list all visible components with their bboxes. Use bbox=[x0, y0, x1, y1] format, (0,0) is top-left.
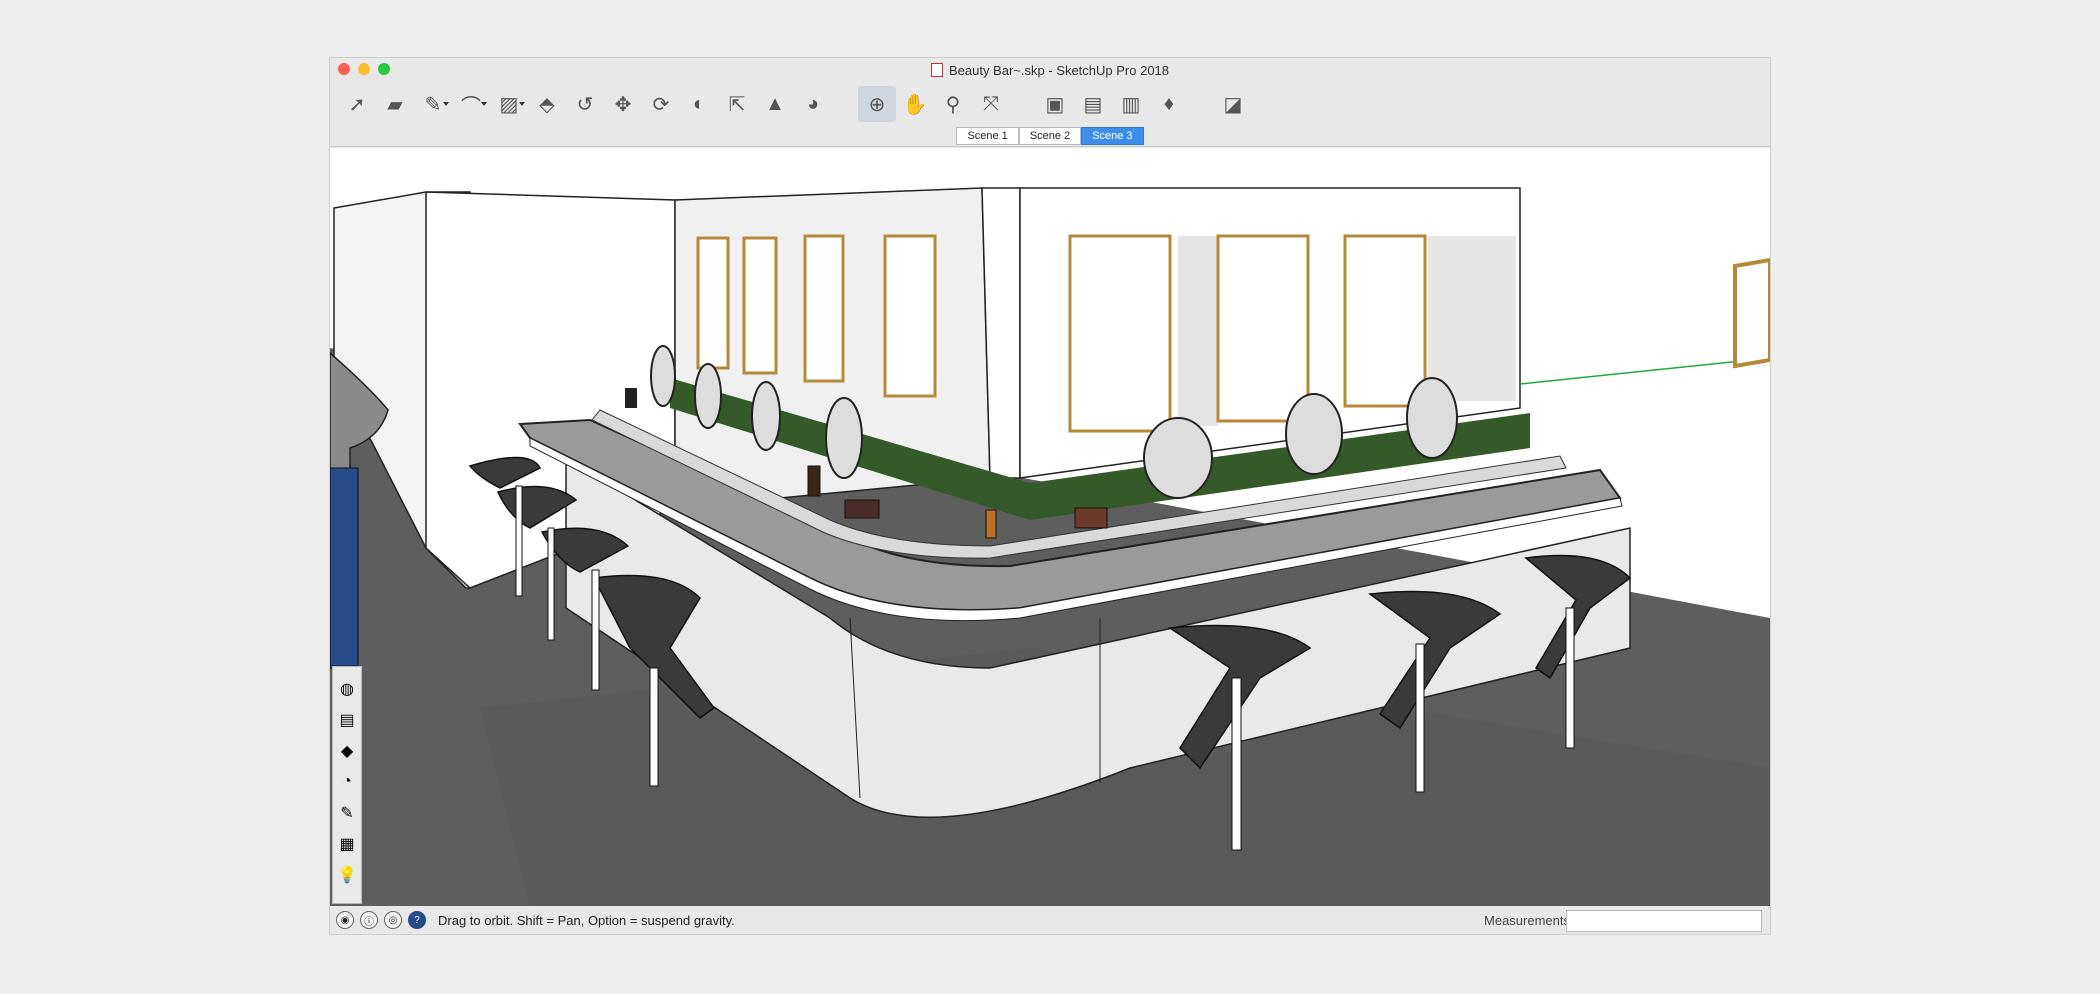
components-icon[interactable]: ▦ bbox=[335, 830, 359, 858]
ruby-console-icon[interactable]: ♦ bbox=[1150, 86, 1188, 122]
model-viewport[interactable]: ◍ ▤ ◆ ◔ ✎ ▦ 💡 bbox=[330, 148, 1770, 906]
select-icon[interactable]: ➚ bbox=[338, 86, 376, 122]
tab-scene-2[interactable]: Scene 2 bbox=[1018, 127, 1082, 145]
credits-icon[interactable]: ⓘ bbox=[360, 911, 378, 929]
move-icon[interactable]: ✥ bbox=[604, 86, 642, 122]
makeup-palette bbox=[844, 499, 880, 519]
product-bottle bbox=[625, 388, 637, 408]
right-frame bbox=[1733, 257, 1770, 369]
zoom-extents-icon[interactable]: ⤧ bbox=[972, 86, 1010, 122]
stool-leg bbox=[1415, 643, 1425, 793]
paint-bucket-icon[interactable]: ◕ bbox=[794, 86, 832, 122]
window-frame bbox=[696, 236, 730, 370]
product-bottle bbox=[985, 509, 997, 539]
send-to-layout-icon[interactable]: ▥ bbox=[1112, 86, 1150, 122]
eraser-icon[interactable]: ▰ bbox=[376, 86, 414, 122]
document-icon bbox=[930, 63, 943, 77]
vanity-mirror bbox=[825, 397, 863, 479]
wall-tile bbox=[1428, 236, 1516, 401]
scale-icon[interactable]: ⇱ bbox=[718, 86, 756, 122]
window-frame bbox=[803, 234, 845, 383]
vanity-mirror bbox=[694, 363, 722, 429]
orbit-icon[interactable]: ⊕ bbox=[858, 86, 896, 122]
warehouse-icon[interactable]: ▣ bbox=[1036, 86, 1074, 122]
pan-hand-icon[interactable]: ✋ bbox=[896, 86, 934, 122]
tape-measure-icon[interactable]: ▲ bbox=[756, 86, 794, 122]
wall-tile bbox=[1178, 236, 1218, 426]
main-toolbar: ➚ ▰ ✎ ⌒ ▨ ⬘ ↺ ✥ ⟳ ◐ ⇱ ▲ ◕ ⊕ ✋ ⚲ ⤧ ▣ ▤ ▥ ♦ ◪ bbox=[330, 82, 1770, 126]
minimize-button[interactable] bbox=[358, 63, 370, 75]
tab-scene-3[interactable]: Scene 3 bbox=[1081, 127, 1144, 145]
vanity-mirror bbox=[650, 345, 676, 407]
vanity-mirror bbox=[1406, 377, 1458, 459]
styles-icon[interactable]: ◍ bbox=[335, 675, 359, 703]
account-icon[interactable]: ◎ bbox=[384, 911, 402, 929]
measurements-input[interactable] bbox=[1566, 910, 1762, 932]
status-message: Drag to orbit. Shift = Pan, Option = sus… bbox=[438, 912, 735, 928]
zoom-button[interactable] bbox=[378, 63, 390, 75]
traffic-lights bbox=[338, 63, 390, 75]
tab-scene-1[interactable]: Scene 1 bbox=[956, 127, 1019, 145]
green-axis bbox=[1519, 357, 1770, 385]
default-tray: ◍ ▤ ◆ ◔ ✎ ▦ 💡 bbox=[332, 666, 362, 904]
vanity-mirror bbox=[751, 381, 781, 451]
rectangle-shape-icon[interactable]: ▨ bbox=[490, 86, 528, 122]
layers-icon[interactable]: ▤ bbox=[335, 706, 359, 734]
stool-leg bbox=[1231, 677, 1242, 851]
follow-me-icon[interactable]: ◐ bbox=[680, 86, 718, 122]
stool-leg bbox=[515, 485, 523, 597]
scene-tabs: Scene 1 Scene 2 Scene 3 bbox=[330, 126, 1770, 147]
shadows-icon[interactable]: ◔ bbox=[335, 768, 359, 796]
person-jeans bbox=[330, 467, 359, 667]
measurements-label: Measurements bbox=[1484, 913, 1570, 928]
model-scene[interactable] bbox=[330, 148, 1770, 906]
pencil-line-icon[interactable]: ✎ bbox=[414, 86, 452, 122]
status-bar: ◉ ⓘ ◎ ? Drag to orbit. Shift = Pan, Opti… bbox=[330, 906, 1770, 934]
arc-icon[interactable]: ⌒ bbox=[452, 86, 490, 122]
sketchup-window: Beauty Bar~.skp - SketchUp Pro 2018 ➚ ▰ ✎ ⌒… bbox=[330, 58, 1770, 934]
window-title: Beauty Bar~.skp - SketchUp Pro 2018 bbox=[948, 62, 1170, 78]
stool-leg bbox=[649, 667, 659, 787]
tips-icon[interactable]: 💡 bbox=[335, 861, 359, 889]
window-frame bbox=[883, 234, 937, 398]
stool-leg bbox=[547, 527, 555, 641]
offset-icon[interactable]: ↺ bbox=[566, 86, 604, 122]
push-pull-icon[interactable]: ⬘ bbox=[528, 86, 566, 122]
stool-leg bbox=[1565, 607, 1575, 749]
window-frame bbox=[1216, 234, 1310, 423]
close-button[interactable] bbox=[338, 63, 350, 75]
window-frame bbox=[742, 236, 778, 375]
geo-location-icon[interactable]: ◉ bbox=[336, 911, 354, 929]
product-bottle bbox=[807, 465, 821, 497]
vanity-mirror bbox=[1285, 393, 1343, 475]
title-bar: Beauty Bar~.skp - SketchUp Pro 2018 bbox=[330, 58, 1770, 82]
zoom-icon[interactable]: ⚲ bbox=[934, 86, 972, 122]
window-frame bbox=[1068, 234, 1172, 433]
window-frame bbox=[1343, 234, 1427, 408]
instructor-toggle-icon[interactable]: ? bbox=[408, 911, 426, 929]
materials-icon[interactable]: ◆ bbox=[335, 737, 359, 765]
eraser-tray-icon[interactable]: ◪ bbox=[1214, 86, 1252, 122]
rotate-icon[interactable]: ⟳ bbox=[642, 86, 680, 122]
vanity-mirror bbox=[1143, 417, 1213, 499]
makeup-palette bbox=[1074, 507, 1108, 529]
extension-warehouse-icon[interactable]: ▤ bbox=[1074, 86, 1112, 122]
stool-leg bbox=[591, 569, 600, 691]
instructor-icon[interactable]: ✎ bbox=[335, 799, 359, 827]
